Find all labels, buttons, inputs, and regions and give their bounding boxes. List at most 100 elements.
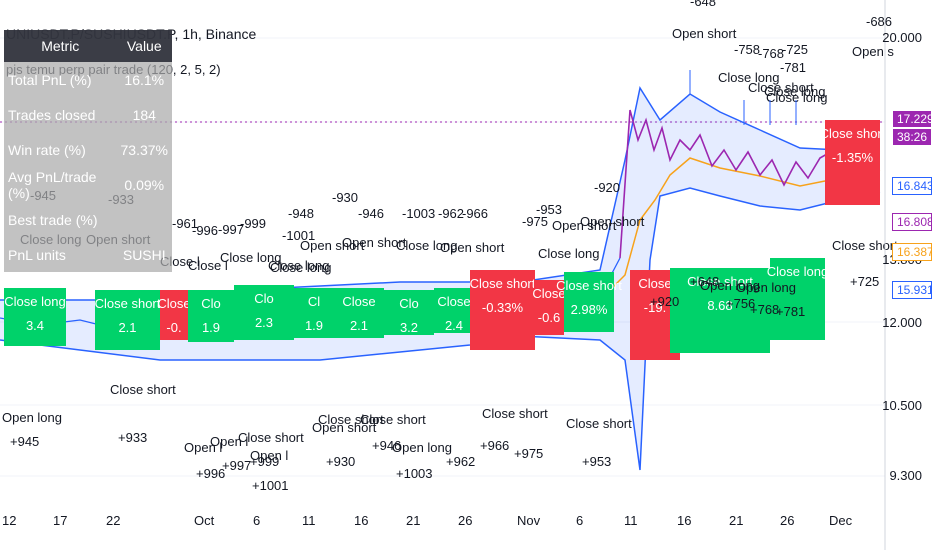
metrics-row: Trades closed 184 <box>4 97 172 132</box>
trade-box-label: Close <box>157 296 190 311</box>
metric-name: Win rate (%) <box>8 141 86 158</box>
trade-box-label: Clo <box>399 296 419 311</box>
trade-box-label: Close long <box>767 264 828 279</box>
trade-box: Close short -1.35% <box>820 120 886 205</box>
trade-annotation: -966 <box>462 206 488 221</box>
x-axis-tick: 12 <box>2 513 17 528</box>
trade-annotation: -962 <box>438 206 464 221</box>
trade-box-label: Close short <box>470 276 536 291</box>
trade-annotation: +999 <box>250 454 279 469</box>
x-axis-tick: 21 <box>406 513 421 528</box>
price-label-ratio-close: 16.808 <box>892 213 932 231</box>
trade-box-pnl: 2.98% <box>571 302 608 317</box>
y-axis-tick: 9.300 <box>889 468 922 483</box>
trade-annotation: Open short <box>580 214 645 229</box>
metric-value: 184 <box>132 106 156 123</box>
trade-box: Close long 3.4 <box>4 288 66 346</box>
trade-box: Clo 1.9 <box>188 290 234 342</box>
trade-annotation: +1003 <box>396 466 433 481</box>
x-axis-tick: 6 <box>253 513 261 528</box>
trade-annotation: +725 <box>850 274 879 289</box>
metric-name: Trades closed <box>8 106 96 123</box>
trade-annotation: -999 <box>240 216 266 231</box>
metric-value <box>117 202 172 237</box>
metric-name: Avg PnL/trade (%) <box>8 168 97 201</box>
trade-annotation: -996 <box>192 223 218 238</box>
trade-annotation: +962 <box>446 454 475 469</box>
trade-box: Clo 2.3 <box>234 285 294 340</box>
trade-annotation: +768 <box>750 302 779 317</box>
price-label-ratio: 17.229 <box>892 110 932 128</box>
trade-annotation: -953 <box>536 202 562 217</box>
trade-annotation: Close short <box>360 412 426 427</box>
price-label-text: 16.387 <box>897 245 932 259</box>
price-label-ma: 16.387 <box>892 243 932 261</box>
trade-annotation: +975 <box>514 446 543 461</box>
value-header: Value <box>116 30 172 62</box>
trade-annotation: Open long <box>2 410 62 425</box>
x-axis-tick: 21 <box>729 513 744 528</box>
metric-name: Best trade (%) <box>8 211 98 228</box>
trade-annotation: +945 <box>10 434 39 449</box>
price-label-text: 16.843 <box>897 179 932 193</box>
trade-annotation: Close long <box>538 246 599 261</box>
trade-box-pnl: 3.2 <box>400 320 418 335</box>
trade-annotation: Close short <box>566 416 632 431</box>
metrics-row: Win rate (%) 73.37% <box>4 132 172 167</box>
trade-box-pnl: 3.4 <box>26 318 44 333</box>
metric-value: 0.09% <box>124 176 165 193</box>
trade-annotation: Open long <box>736 280 796 295</box>
trade-box-label: Cl <box>308 294 320 309</box>
trade-annotation: +996 <box>196 466 225 481</box>
trade-annotation: +933 <box>118 430 147 445</box>
trade-box: Cl 1.9 <box>294 288 334 338</box>
x-axis-tick: 6 <box>576 513 584 528</box>
trade-box-pnl: 2.4 <box>445 318 463 333</box>
trade-annotation: Close short <box>238 430 304 445</box>
metric-name: Total PnL (%) <box>8 71 92 88</box>
trade-annotation: -758 <box>734 42 760 57</box>
metrics-row: PnL units SUSHI <box>4 237 172 272</box>
price-label-countdown: 38:26 <box>892 128 932 146</box>
trade-annotation: +953 <box>582 454 611 469</box>
trade-box: Close -0. <box>157 290 191 340</box>
metric-header: Metric <box>4 30 117 62</box>
trade-box: Close short 2.98% <box>556 272 622 332</box>
trade-box-label: Close <box>437 294 470 309</box>
y-axis-tick: 12.000 <box>882 315 922 330</box>
trade-annotation: -930 <box>332 190 358 205</box>
price-label-text: 15.931 <box>897 283 932 297</box>
trade-box: Close short 2.1 <box>95 290 161 350</box>
x-axis-tick: Nov <box>517 513 541 528</box>
metric-name: PnL units <box>8 246 66 263</box>
metrics-row: Avg PnL/trade (%) 0.09% <box>4 167 172 202</box>
trade-box-pnl: -0.6 <box>538 310 560 325</box>
price-label-text: 17.229 <box>897 112 932 126</box>
x-axis-tick: 26 <box>780 513 795 528</box>
trade-box-label: Clo <box>201 296 221 311</box>
trade-box-pnl: -0. <box>166 320 181 335</box>
metrics-row: Total PnL (%) 16.1% <box>4 62 172 97</box>
trade-annotation: +920 <box>650 294 679 309</box>
trade-box-pnl: -1.35% <box>832 150 874 165</box>
trade-annotation: +781 <box>776 304 805 319</box>
trade-box: Clo 3.2 <box>384 290 434 335</box>
price-label-lower-band: 15.931 <box>892 281 932 299</box>
metrics-header-row: Metric Value <box>4 30 172 62</box>
price-label-text: 38:26 <box>897 130 928 144</box>
trade-box-label: Clo <box>254 291 274 306</box>
trade-box-pnl: 2.1 <box>118 320 136 335</box>
metrics-row: Best trade (%) <box>4 202 172 237</box>
x-axis-tick: 17 <box>53 513 68 528</box>
trade-annotation: -948 <box>288 206 314 221</box>
metric-value: 73.37% <box>120 141 168 158</box>
y-axis-tick: 20.000 <box>882 30 922 45</box>
trade-annotation: Open s <box>852 44 894 59</box>
trade-annotation: -1003 <box>402 206 435 221</box>
y-axis-tick: 10.500 <box>882 398 922 413</box>
trade-box-pnl: 1.9 <box>202 320 220 335</box>
trade-annotation: Close short <box>482 406 548 421</box>
trade-annotation: -686 <box>866 14 892 29</box>
x-axis-tick: Oct <box>194 513 215 528</box>
trade-box: Close long <box>767 258 828 340</box>
